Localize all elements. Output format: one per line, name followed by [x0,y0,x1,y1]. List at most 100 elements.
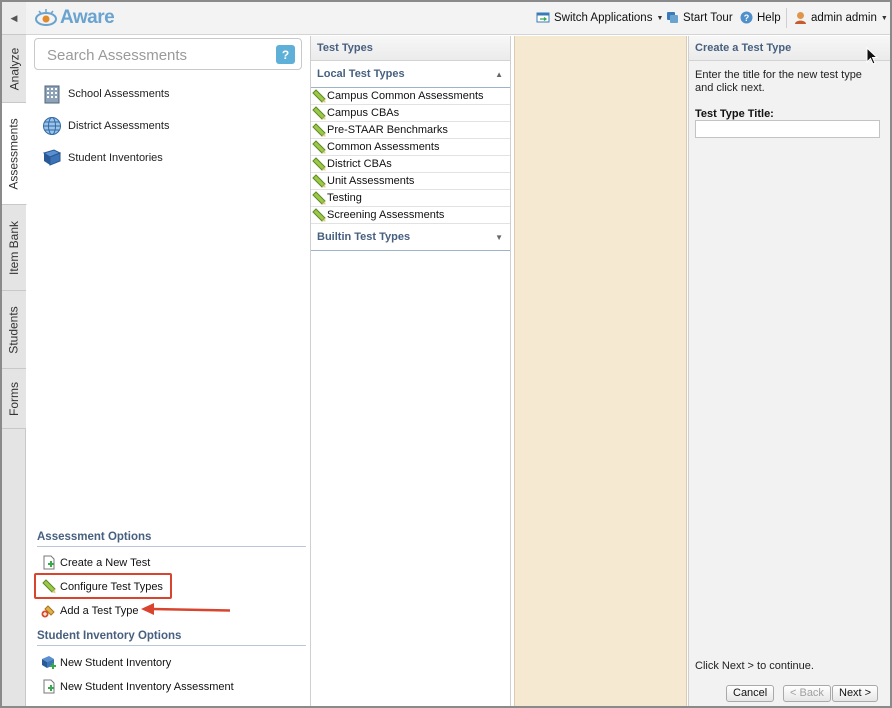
vertical-tab-bar: ◀ Analyze Assessments Item Bank Students… [2,2,27,706]
new-student-inventory-link[interactable]: New Student Inventory [41,655,171,670]
chevron-up-icon: ▲ [495,70,503,79]
option-label: New Student Inventory [60,656,172,669]
test-type-label: Testing [327,192,362,204]
user-menu[interactable]: admin admin ▼ [794,11,888,25]
tab-label: Item Bank [7,220,21,275]
chevron-down-icon: ▼ [495,233,503,242]
start-tour-button[interactable]: Start Tour [666,11,733,24]
app-window: ◀ Analyze Assessments Item Bank Students… [0,0,892,708]
test-type-label: Campus CBAs [327,107,400,119]
search-input[interactable]: Search Assessments [47,47,187,64]
pencil-icon [312,123,326,137]
tab-label: Students [7,305,21,354]
add-test-type-link[interactable]: Add a Test Type [41,603,138,618]
nav-label: Student Inventories [68,152,163,164]
help-link[interactable]: ? Help [740,11,781,24]
test-type-label: Unit Assessments [327,175,415,187]
test-type-row[interactable]: Common Assessments [311,139,510,156]
option-label: Create a New Test [60,556,151,569]
new-document-icon [41,679,56,694]
create-new-test-link[interactable]: Create a New Test [41,555,150,570]
header-divider [786,8,787,28]
test-types-panel: Test Types Local Test Types ▲ Campus Com… [310,36,511,706]
option-label: Add a Test Type [60,604,139,617]
cancel-button[interactable]: Cancel [726,685,775,702]
assessment-options-title: Assessment Options [37,531,306,547]
inventory-options-title: Student Inventory Options [37,630,306,646]
assessments-panel: Search Assessments ? School Assessments [27,36,310,706]
collapse-icon[interactable]: ◀ [2,2,26,35]
tab-assessments[interactable]: Assessments [2,103,27,205]
empty-detail-panel [514,36,687,706]
tab-label: Assessments [7,117,22,190]
tab-label: Analyze [7,47,22,90]
test-type-row[interactable]: Screening Assessments [311,207,510,224]
chevron-down-icon: ▼ [656,14,664,22]
header-bar: Aware Switch Applications ▼ Start Tour ? [26,2,890,35]
help-label: Help [757,11,781,24]
tab-item-bank[interactable]: Item Bank [2,205,26,291]
back-button[interactable]: < Back [783,685,831,702]
nav-student-inventories[interactable]: Student Inventories [41,147,163,169]
pencil-icon [312,174,326,188]
pencil-icon [312,106,326,120]
nav-label: District Assessments [68,120,170,132]
tab-forms[interactable]: Forms [2,369,26,429]
test-type-row[interactable]: District CBAs [311,156,510,173]
chevron-down-icon: ▼ [880,14,888,22]
nav-district-assessments[interactable]: District Assessments [41,115,169,137]
search-box[interactable]: Search Assessments ? [34,38,302,70]
tour-icon [667,12,678,23]
nav-school-assessments[interactable]: School Assessments [41,83,170,105]
test-type-label: Pre-STAAR Benchmarks [327,124,448,136]
help-icon: ? [740,11,753,24]
pencil-icon [312,157,326,171]
test-type-label: District CBAs [327,158,392,170]
create-test-type-panel: Create a Test Type Enter the title for t… [688,36,890,706]
builtin-test-types-header[interactable]: Builtin Test Types ▼ [311,224,510,251]
mouse-cursor-icon [866,47,878,65]
create-description: Enter the title for the new test type an… [695,69,862,94]
test-type-row[interactable]: Unit Assessments [311,173,510,190]
logo-text: Aware [60,7,115,28]
group-label: Builtin Test Types [317,231,411,243]
test-type-row[interactable]: Testing [311,190,510,207]
local-test-types-header[interactable]: Local Test Types ▲ [311,61,510,88]
red-arrow-icon [141,603,231,615]
next-button[interactable]: Next > [832,685,879,702]
test-type-label: Campus Common Assessments [327,90,484,102]
add-pencil-icon [41,603,56,618]
eye-logo-icon [35,9,57,26]
highlight-box [34,573,172,599]
user-icon [795,12,806,24]
switch-applications-menu[interactable]: Switch Applications ▼ [536,11,663,25]
tab-analyze[interactable]: Analyze [2,35,26,103]
pencil-icon [312,140,326,154]
test-type-row[interactable]: Campus Common Assessments [311,88,510,105]
pencil-icon [312,208,326,222]
tab-students[interactable]: Students [2,291,26,369]
option-label: New Student Inventory Assessment [60,680,234,693]
local-test-types-list: Campus Common Assessments Campus CBAs Pre-… [311,88,510,224]
pencil-icon [312,191,326,205]
user-name: admin admin [811,12,877,24]
test-type-title-input[interactable] [695,120,880,138]
new-student-inventory-assessment-link[interactable]: New Student Inventory Assessment [41,679,234,694]
test-type-row[interactable]: Pre-STAAR Benchmarks [311,122,510,139]
globe-icon [41,115,63,137]
test-type-row[interactable]: Campus CBAs [311,105,510,122]
search-help-button[interactable]: ? [276,45,295,64]
switch-applications-label: Switch Applications [554,12,653,24]
create-panel-title: Create a Test Type [689,36,890,61]
test-type-label: Screening Assessments [327,209,445,221]
school-building-icon [41,83,63,105]
test-type-title-label: Test Type Title: [695,108,774,120]
nav-label: School Assessments [68,88,170,100]
new-document-icon [41,555,56,570]
book-icon [41,147,63,169]
test-type-label: Common Assessments [327,141,440,153]
tab-label: Forms [7,381,21,416]
app-logo[interactable]: Aware [34,5,115,31]
group-label: Local Test Types [317,68,405,80]
pencil-icon [312,89,326,103]
